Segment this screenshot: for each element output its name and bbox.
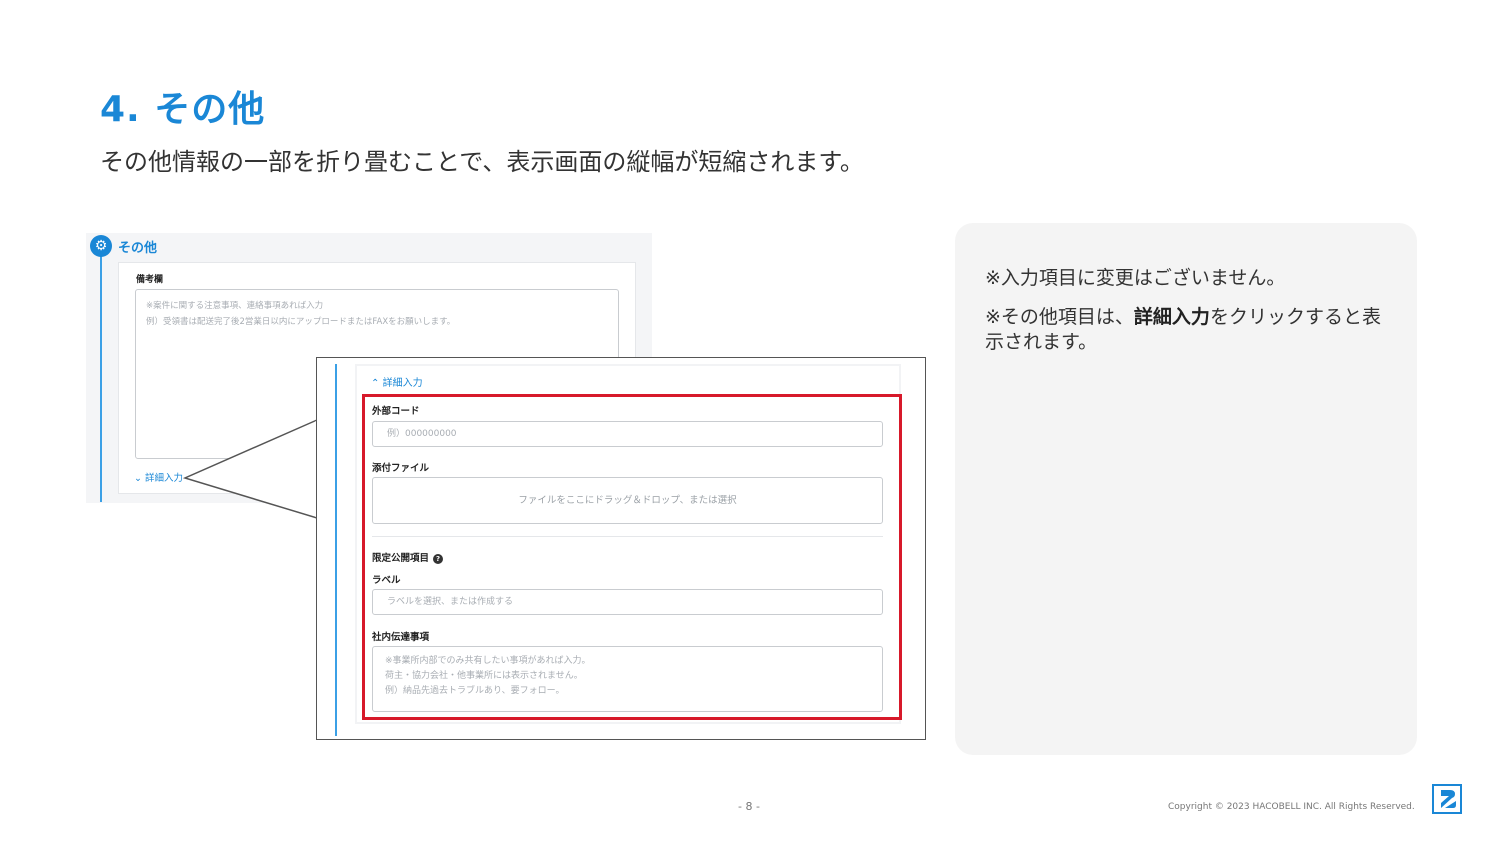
chevron-up-icon: ⌃ (371, 378, 380, 389)
note-no-change: ※入力項目に変更はございません。 (985, 267, 1286, 289)
note-panel: ※入力項目に変更はございません。 ※その他項目は、詳細入力をクリックすると表示さ… (955, 223, 1417, 755)
zoomed-detail-panel: ⌃ 詳細入力 外部コード 例）000000000 添付ファイル ファイルをここに… (316, 357, 926, 740)
internal-notes-label: 社内伝達事項 (372, 632, 430, 643)
attachment-label: 添付ファイル (372, 463, 430, 474)
note-detail-input: ※その他項目は、詳細入力をクリックすると表示されます。 (985, 305, 1395, 355)
internal-notes-textarea[interactable]: ※事業所内部でのみ共有したい事項があれば入力。 荷主・協力会社・他事業所には表示… (372, 646, 883, 712)
label-select[interactable]: ラベルを選択、または作成する (372, 589, 883, 615)
limited-section-label: 限定公開項目 (372, 553, 430, 564)
external-code-label: 外部コード (372, 406, 420, 417)
hacobell-logo-icon (1432, 784, 1462, 814)
copyright: Copyright © 2023 HACOBELL INC. All Right… (1168, 802, 1415, 812)
question-icon[interactable]: ? (433, 553, 444, 564)
note-emphasis: 詳細入力 (1133, 306, 1210, 328)
page-number: - 8 - (738, 800, 760, 813)
detail-input-label: 詳細入力 (382, 378, 423, 389)
detail-input-toggle[interactable]: ⌃ 詳細入力 (371, 374, 423, 389)
file-drop-zone[interactable]: ファイルをここにドラッグ＆ドロップ、または選択 (372, 477, 883, 524)
label-field-label: ラベル (372, 575, 401, 586)
limited-section-heading: 限定公開項目? (372, 550, 444, 564)
note-text: ※その他項目は、 (985, 306, 1134, 328)
divider (372, 536, 883, 537)
section-timeline-line (335, 364, 337, 736)
external-code-input[interactable]: 例）000000000 (372, 421, 883, 447)
